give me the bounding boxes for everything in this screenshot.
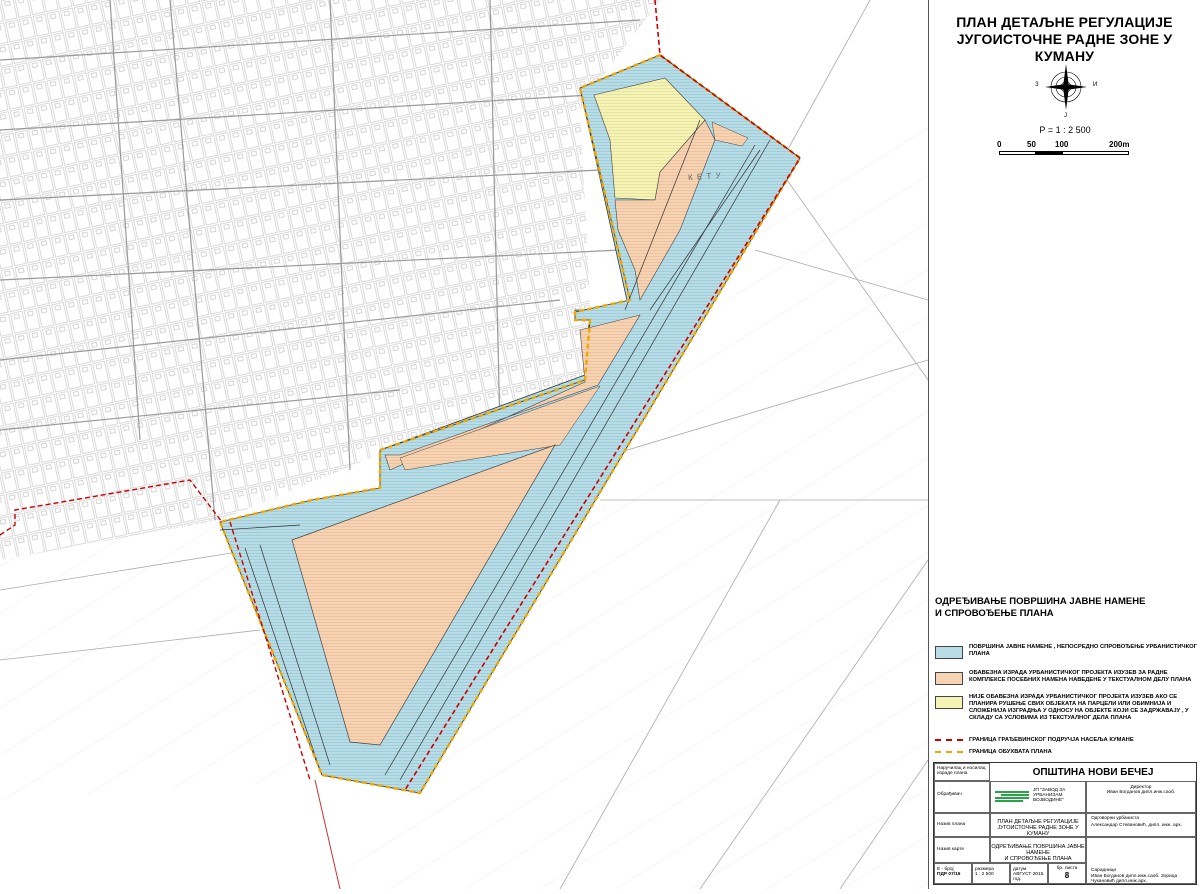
tb-director-cell: Директор Иван Богданов дипл.инж.саоб. <box>1086 781 1196 813</box>
swatch-yellow <box>935 696 963 709</box>
map-view[interactable]: К Е Т У <box>0 0 929 890</box>
maker-logo-icon <box>995 790 1029 804</box>
tb-sheet-cell: бр. листа 8 <box>1048 863 1086 884</box>
tb-maker-cell: ЈП "ЗАВОД ЗА УРБАНИЗАМ ВОЈВОДИНЕ" <box>990 781 1086 813</box>
scale-ratio: Р = 1 : 2 500 <box>1039 125 1091 135</box>
cadastral-map <box>0 0 929 890</box>
legend-item-yellow: НИЈЕ ОБАВЕЗНА ИЗРАДА УРБАНИСТИЧКОГ ПРОЈЕ… <box>935 694 1197 730</box>
construction-line-swatch <box>935 739 963 741</box>
tb-date-label: датум <box>1013 867 1027 872</box>
legend-title-line2: И СПРОВОЂЕЊЕ ПЛАНА <box>935 608 1054 619</box>
tb-map-label-cell: Назив карте <box>934 837 990 863</box>
swatch-orange <box>935 672 963 685</box>
plan-title: ПЛАН ДЕТАЉНЕ РЕГУЛАЦИЈЕ ЈУГОИСТОЧНЕ РАДН… <box>929 14 1200 65</box>
tb-scale-cell: размера 1 : 2 500 <box>972 863 1010 884</box>
legend-title: ОДРЕЂИВАЊЕ ПОВРШИНА ЈАВНЕ НАМЕНЕ И СПРОВ… <box>935 596 1195 620</box>
tb-map-name-1: ОДРЕЂИВАЊЕ ПОВРШИНА ЈАВНЕ НАМЕНЕ <box>991 844 1085 856</box>
tb-responsible-label: Одговорни урбаниста <box>1091 816 1140 821</box>
tb-scale-label: размера <box>975 867 994 872</box>
tb-map-name-2: И СПРОВОЂЕЊЕ ПЛАНА <box>1004 856 1072 862</box>
tb-date-cell: датум АВГУСТ 2015. год. <box>1010 863 1048 884</box>
plan-line-swatch <box>935 751 963 753</box>
tb-plan-label-cell: Назив плана <box>934 813 990 837</box>
swatch-blue <box>935 646 963 659</box>
tb-collab-label: Сарадници <box>1091 868 1117 873</box>
tb-num-value: ПДР 07/16 <box>937 872 961 877</box>
legend-panel: ПЛАН ДЕТАЉНЕ РЕГУЛАЦИЈЕ ЈУГОИСТОЧНЕ РАДН… <box>928 0 1200 889</box>
south-label: Ј <box>1064 113 1067 119</box>
title-block: Наручилац и носилац израде плана ОПШТИНА… <box>933 762 1197 885</box>
tb-map-cell: ОДРЕЂИВАЊЕ ПОВРШИНА ЈАВНЕ НАМЕНЕ И СПРОВ… <box>990 837 1086 863</box>
north-arrow-icon: З И Ј <box>1035 60 1097 120</box>
scale-tick-0: 0 <box>997 140 1002 149</box>
tb-client-label-cell: Наручилац и носилац израде плана <box>934 763 990 781</box>
legend-title-line1: ОДРЕЂИВАЊЕ ПОВРШИНА ЈАВНЕ НАМЕНЕ <box>935 596 1146 607</box>
west-label: З <box>1035 82 1039 88</box>
legend-item-public: ПОВРШИНА ЈАВНЕ НАМЕНЕ , НЕПОСРЕДНО СПРОВ… <box>935 644 1197 668</box>
scale-tick-100: 100 <box>1055 140 1069 149</box>
tb-collab-names: Иван Богданов дипл.инж.саоб. Зорица Чука… <box>1091 874 1178 884</box>
scale-bar: 0 50 100 200m <box>997 140 1197 160</box>
tb-plan-name-1: ПЛАН ДЕТАЉНЕ РЕГУЛАЦИЈЕ <box>997 819 1079 825</box>
tb-date-value: АВГУСТ 2015. год. <box>1013 872 1045 882</box>
tb-client-label: Наручилац и носилац израде плана <box>937 766 986 776</box>
tb-num-label: Е - број <box>937 867 954 872</box>
scale-tick-50: 50 <box>1027 140 1036 149</box>
tb-collab-cell: Сарадници Иван Богданов дипл.инж.саоб. З… <box>1086 837 1196 884</box>
tb-num-cell: Е - број ПДР 07/16 <box>934 863 972 884</box>
tb-maker-label-cell: Обрађивач <box>934 781 990 813</box>
legend-text-yellow: НИЈЕ ОБАВЕЗНА ИЗРАДА УРБАНИСТИЧКОГ ПРОЈЕ… <box>969 694 1189 721</box>
scale-tick-200: 200m <box>1109 140 1130 149</box>
tb-plan-name-2: ЈУГОИСТОЧНЕ РАДНЕ ЗОНЕ У КУМАНУ <box>997 825 1079 837</box>
municipality-name: ОПШТИНА НОВИ БЕЧЕЈ <box>1032 766 1154 778</box>
plan-title-line1: ПЛАН ДЕТАЉНЕ РЕГУЛАЦИЈЕ <box>956 14 1173 30</box>
legend-line-construction: ГРАНИЦА ГРАЂЕВИНСКОГ ПОДРУЧЈА НАСЕЉА КУМ… <box>935 733 1197 745</box>
tb-scale-value: 1 : 2 500 <box>975 872 994 877</box>
legend-text-plan: ГРАНИЦА ОБУХВАТА ПЛАНА <box>969 749 1052 755</box>
tb-sheet-label: бр. листа <box>1056 866 1078 871</box>
legend-text-public: ПОВРШИНА ЈАВНЕ НАМЕНЕ , НЕПОСРЕДНО СПРОВ… <box>969 644 1197 657</box>
tb-director-name: Иван Богданов дипл.инж.саоб. <box>1106 790 1176 795</box>
tb-maker-text: ЈП "ЗАВОД ЗА УРБАНИЗАМ ВОЈВОДИНЕ" <box>1033 788 1066 803</box>
legend-text-construction: ГРАНИЦА ГРАЂЕВИНСКОГ ПОДРУЧЈА НАСЕЉА КУМ… <box>969 737 1134 743</box>
tb-map-label: Назив карте <box>937 847 965 852</box>
legend-item-orange: ОБАВЕЗНА ИЗРАДА УРБАНИСТИЧКОГ ПРОЈЕКТА И… <box>935 670 1197 694</box>
tb-plan-label: Назив плана <box>937 822 966 827</box>
tb-director-label: Директор <box>1130 785 1152 790</box>
east-label: И <box>1093 82 1098 88</box>
tb-maker-label: Обрађивач <box>937 792 962 797</box>
legend-text-orange: ОБАВЕЗНА ИЗРАДА УРБАНИСТИЧКОГ ПРОЈЕКТА И… <box>969 670 1192 683</box>
tb-sheet-value: 8 <box>1064 871 1070 880</box>
tb-responsible-cell: Одговорни урбаниста Александар Стеванови… <box>1086 813 1196 837</box>
tb-plan-cell: ПЛАН ДЕТАЉНЕ РЕГУЛАЦИЈЕ ЈУГОИСТОЧНЕ РАДН… <box>990 813 1086 837</box>
legend-line-plan: ГРАНИЦА ОБУХВАТА ПЛАНА <box>935 745 1197 757</box>
tb-responsible-name: Александар Стевановић, дипл. инж. арх. <box>1091 823 1183 828</box>
